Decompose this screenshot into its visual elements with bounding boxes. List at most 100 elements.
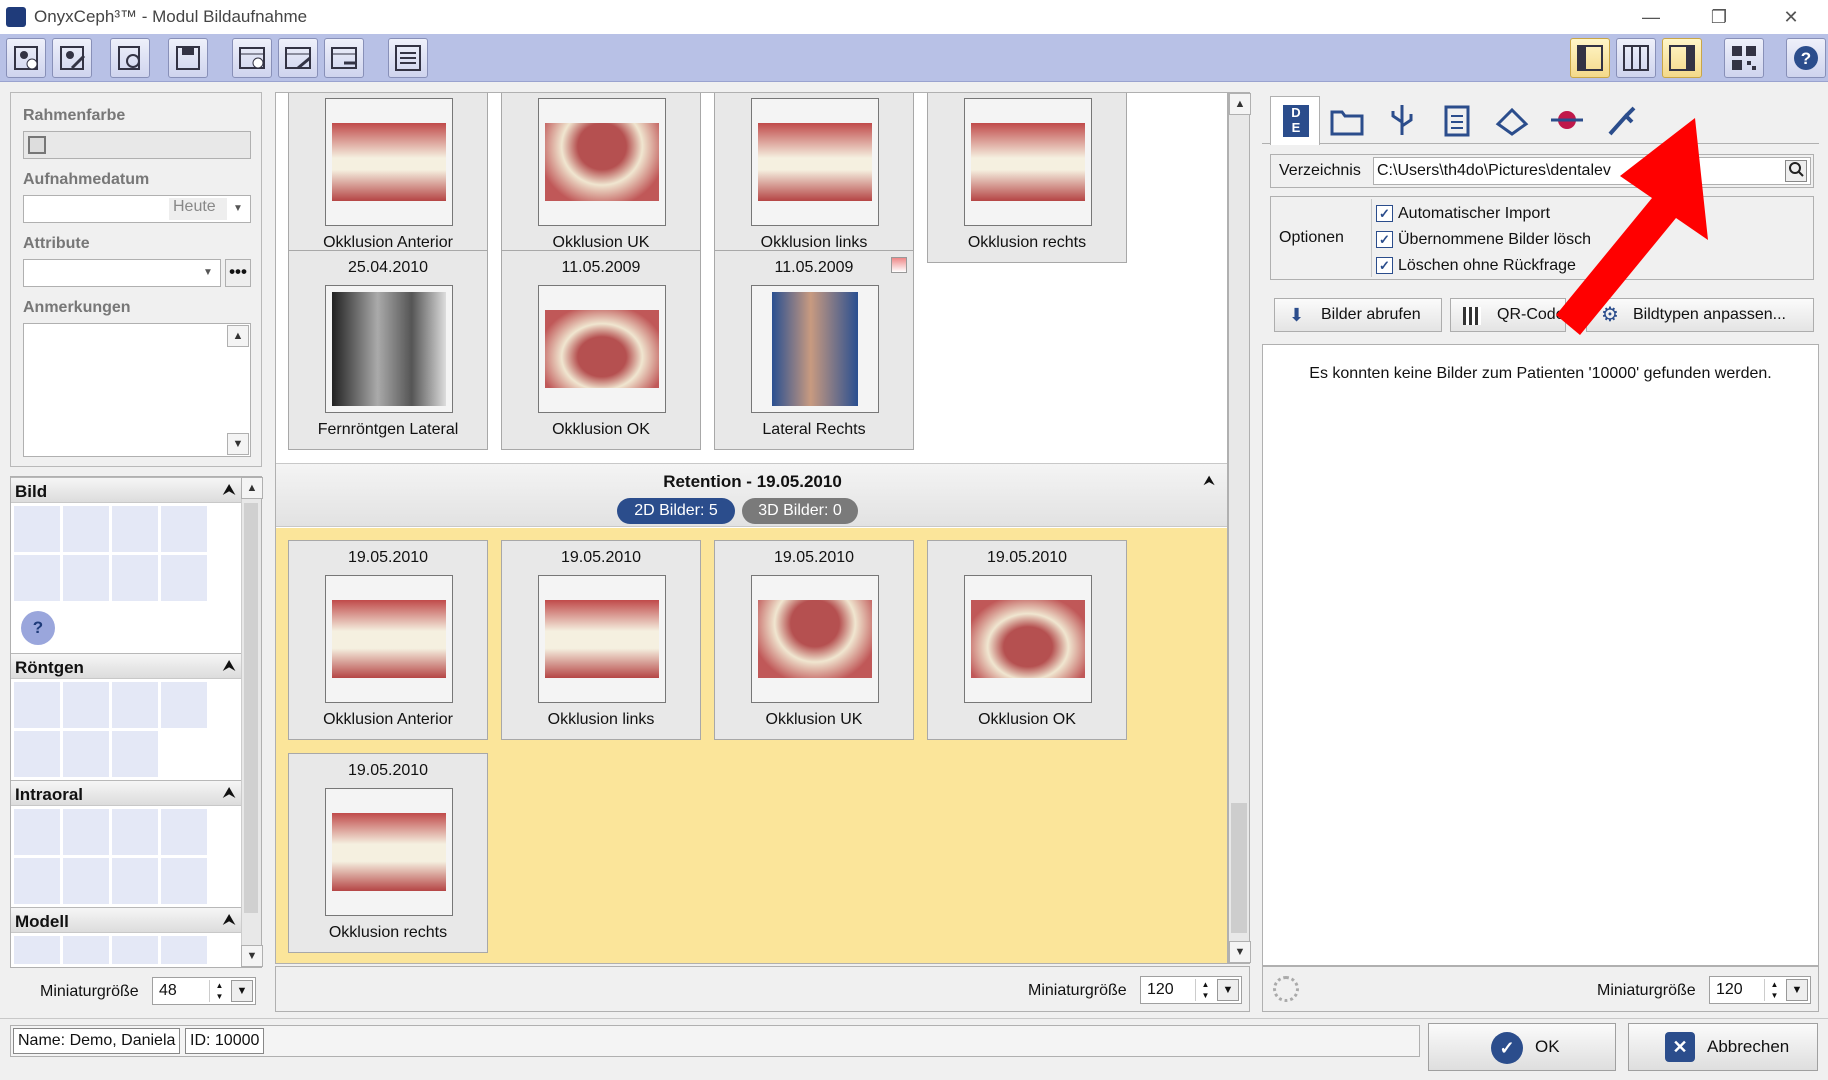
- xray-pa-icon[interactable]: [160, 681, 208, 729]
- unknown-type-icon[interactable]: ?: [13, 603, 61, 651]
- notes-textarea[interactable]: ▲ ▼: [23, 323, 251, 457]
- category-intraoral[interactable]: Intraoral ⮝: [11, 780, 241, 806]
- thumbnail[interactable]: 19.05.2010 Okklusion OK: [927, 540, 1127, 740]
- save-icon[interactable]: [168, 38, 208, 78]
- intraoral-lower-icon[interactable]: [62, 857, 110, 905]
- thumbnail[interactable]: Okklusion Anterior: [288, 93, 488, 263]
- model-side-icon[interactable]: [62, 935, 110, 965]
- category-roentgen[interactable]: Röntgen ⮝: [11, 653, 241, 679]
- attribute-select[interactable]: ▼: [23, 259, 221, 287]
- attribute-more-button[interactable]: •••: [225, 259, 251, 287]
- gallery-scrollbar[interactable]: ▲ ▼: [1228, 92, 1251, 964]
- thumbnail[interactable]: 11.05.2009 Okklusion OK: [501, 250, 701, 450]
- scroll-down-icon[interactable]: ▼: [227, 433, 249, 455]
- session-group-header[interactable]: Retention - 19.05.2010 ⮝ 2D Bilder: 5 3D…: [276, 463, 1227, 527]
- cancel-button[interactable]: ✕ Abbrechen: [1628, 1023, 1818, 1071]
- spinner-updown-icon[interactable]: ▲ ▼: [209, 980, 229, 1002]
- head-front-icon[interactable]: [13, 505, 61, 553]
- catalog-scrollbar[interactable]: ▲ ▼: [241, 477, 263, 967]
- collapse-icon[interactable]: ⮝: [223, 784, 235, 801]
- help-icon[interactable]: ?: [1786, 38, 1826, 78]
- right-miniatur-spinner[interactable]: 120 ▲ ▼ ▼: [1709, 976, 1811, 1004]
- scroll-down-icon[interactable]: ▼: [241, 945, 263, 967]
- badge-2d[interactable]: 2D Bilder: 5: [617, 498, 735, 524]
- intraoral-front-icon[interactable]: [13, 808, 61, 856]
- usb-icon[interactable]: [1377, 96, 1427, 144]
- heute-button[interactable]: Heute: [169, 198, 227, 220]
- collapse-icon[interactable]: ⮝: [223, 481, 235, 498]
- maximize-button[interactable]: ❐: [1696, 4, 1742, 30]
- thumbnail[interactable]: 19.05.2010 Okklusion UK: [714, 540, 914, 740]
- intraoral-left-icon[interactable]: [111, 808, 159, 856]
- scroll-up-icon[interactable]: ▲: [241, 477, 263, 499]
- date-dropdown-icon[interactable]: ▼: [228, 198, 248, 220]
- intraoral-mirror2-icon[interactable]: [160, 857, 208, 905]
- left-miniatur-spinner[interactable]: 48 ▲ ▼ ▼: [152, 977, 256, 1005]
- qr-code-icon[interactable]: [1724, 38, 1764, 78]
- head-smile2-icon[interactable]: [62, 554, 110, 602]
- list-icon[interactable]: [388, 38, 428, 78]
- edit-record-icon[interactable]: [278, 38, 318, 78]
- edit-patient-icon[interactable]: [52, 38, 92, 78]
- xray-hand2-icon[interactable]: [62, 730, 110, 778]
- ok-button[interactable]: ✓ OK: [1428, 1023, 1616, 1071]
- spinner-updown-icon[interactable]: ▲ ▼: [1195, 979, 1215, 1001]
- search-icon[interactable]: [1785, 160, 1807, 182]
- thumbnail[interactable]: 19.05.2010 Okklusion links: [501, 540, 701, 740]
- spinner-dropdown-icon[interactable]: ▼: [1786, 979, 1808, 1001]
- chevron-down-icon[interactable]: ▼: [198, 262, 218, 284]
- search-patient-icon[interactable]: [110, 38, 150, 78]
- center-miniatur-spinner[interactable]: 120 ▲ ▼ ▼: [1140, 976, 1242, 1004]
- date-field[interactable]: Heute ▼: [23, 195, 251, 223]
- head-side2-icon[interactable]: [111, 554, 159, 602]
- category-modell[interactable]: Modell ⮝: [11, 907, 241, 933]
- scroll-down-icon[interactable]: ▼: [1229, 941, 1251, 963]
- intraoral-mirror-icon[interactable]: [111, 857, 159, 905]
- intraoral-front2-icon[interactable]: [62, 808, 110, 856]
- close-button[interactable]: ✕: [1768, 4, 1814, 30]
- category-bild[interactable]: Bild ⮝: [11, 477, 241, 503]
- minimize-button[interactable]: —: [1628, 4, 1674, 30]
- scroll-thumb[interactable]: [244, 503, 258, 913]
- xray-lateral-icon[interactable]: [13, 681, 61, 729]
- remove-record-icon[interactable]: [324, 38, 364, 78]
- checkbox-auto-import[interactable]: ✓: [1376, 205, 1393, 222]
- model-upper-icon[interactable]: [111, 935, 159, 965]
- tab-language[interactable]: DE: [1270, 96, 1320, 145]
- fetch-images-button[interactable]: ⬇ Bilder abrufen: [1274, 298, 1442, 332]
- scroll-up-icon[interactable]: ▲: [227, 325, 249, 347]
- thumbnail[interactable]: 19.05.2010 Okklusion Anterior: [288, 540, 488, 740]
- add-record-icon[interactable]: [232, 38, 272, 78]
- badge-3d[interactable]: 3D Bilder: 0: [742, 498, 858, 524]
- layout-right-icon[interactable]: [1662, 38, 1702, 78]
- folder-icon[interactable]: [1322, 96, 1372, 144]
- layout-center-icon[interactable]: [1616, 38, 1656, 78]
- head-side-icon[interactable]: [111, 505, 159, 553]
- collapse-icon[interactable]: ⮝: [223, 657, 235, 674]
- head-profile-icon[interactable]: [160, 505, 208, 553]
- thumbnail[interactable]: 11.05.2009 Lateral Rechts: [714, 250, 914, 450]
- xray-panoramic-icon[interactable]: [111, 681, 159, 729]
- layout-left-icon[interactable]: [1570, 38, 1610, 78]
- thumbnail[interactable]: Okklusion UK: [501, 93, 701, 263]
- intraoral-right-icon[interactable]: [160, 808, 208, 856]
- head-smile-icon[interactable]: [62, 505, 110, 553]
- collapse-icon[interactable]: ⮝: [223, 911, 235, 928]
- head-front2-icon[interactable]: [13, 554, 61, 602]
- spinner-dropdown-icon[interactable]: ▼: [1217, 979, 1239, 1001]
- xray-lateral2-icon[interactable]: [62, 681, 110, 729]
- model-front-icon[interactable]: [13, 935, 61, 965]
- scroll-up-icon[interactable]: ▲: [1229, 93, 1251, 115]
- thumbnail[interactable]: 19.05.2010 Okklusion rechts: [288, 753, 488, 953]
- tooth-icon[interactable]: [111, 730, 159, 778]
- new-patient-icon[interactable]: [6, 38, 46, 78]
- model-lower-icon[interactable]: [160, 935, 208, 965]
- thumbnail[interactable]: Okklusion rechts: [927, 93, 1127, 263]
- thumbnail[interactable]: 25.04.2010 Fernröntgen Lateral: [288, 250, 488, 450]
- scroll-thumb[interactable]: [1231, 803, 1247, 933]
- spinner-updown-icon[interactable]: ▲ ▼: [1764, 979, 1784, 1001]
- head-profile2-icon[interactable]: [160, 554, 208, 602]
- xray-hand-icon[interactable]: [13, 730, 61, 778]
- scanner-icon[interactable]: [1487, 96, 1537, 144]
- checkbox-delete-imported[interactable]: ✓: [1376, 231, 1393, 248]
